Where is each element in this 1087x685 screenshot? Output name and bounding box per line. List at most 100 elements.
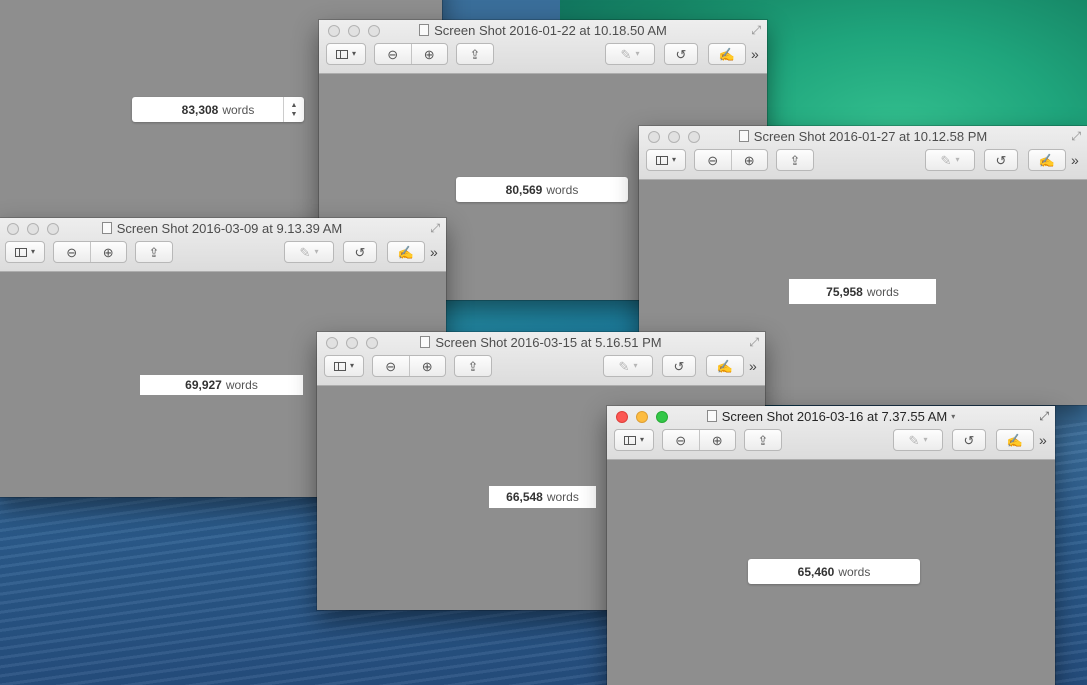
zoom-out-icon[interactable]: ⊖ xyxy=(695,150,731,170)
zoom-in-icon[interactable]: ⊕ xyxy=(731,150,767,170)
rotate-button[interactable]: ↺ xyxy=(952,429,986,451)
word-count-field[interactable]: 69,927 words xyxy=(140,375,303,395)
fullscreen-arrows-icon[interactable]: ⤢ xyxy=(1039,409,1049,423)
word-count-stepper[interactable]: ▲ ▼ xyxy=(283,97,304,122)
highlight-button[interactable]: ✎ ▾ xyxy=(893,429,943,451)
highlighter-icon: ✎ xyxy=(908,432,920,448)
zoom-out-icon[interactable]: ⊖ xyxy=(54,242,90,262)
highlight-button[interactable]: ✎ ▾ xyxy=(603,355,653,377)
window-title: Screen Shot 2016-03-09 at 9.13.39 AM xyxy=(0,221,446,236)
title-menu-caret-icon[interactable]: ▾ xyxy=(951,412,955,421)
sidebar-icon xyxy=(333,361,346,371)
fullscreen-arrows-icon[interactable]: ⤢ xyxy=(751,23,761,37)
rotate-button[interactable]: ↺ xyxy=(984,149,1018,171)
window-toolbar-area: Screen Shot 2016-01-27 at 10.12.58 PM ⤢ … xyxy=(639,126,1087,180)
document-icon xyxy=(101,222,112,234)
chevrons-right-icon[interactable]: » xyxy=(751,46,759,62)
stepper-down-icon[interactable]: ▼ xyxy=(291,110,298,119)
zoom-out-icon[interactable]: ⊖ xyxy=(663,430,699,450)
word-count-value: 65,460 xyxy=(797,564,835,579)
word-count-field[interactable]: 83,308 words ▲ ▼ xyxy=(132,97,304,122)
title-bar[interactable]: Screen Shot 2016-01-22 at 10.18.50 AM ⤢ xyxy=(319,20,767,42)
sidebar-button[interactable]: ▾ xyxy=(646,149,686,171)
sidebar-icon xyxy=(14,247,27,257)
word-count-field[interactable]: 66,548 words xyxy=(489,486,596,508)
word-count-unit: words xyxy=(866,284,899,299)
zoom-in-icon[interactable]: ⊕ xyxy=(699,430,735,450)
markup-button[interactable]: ✍ xyxy=(706,355,744,377)
title-bar[interactable]: Screen Shot 2016-03-09 at 9.13.39 AM ⤢ xyxy=(0,218,446,240)
highlight-button[interactable]: ✎ ▾ xyxy=(605,43,655,65)
word-count-unit: words xyxy=(546,182,579,197)
document-icon xyxy=(420,336,431,348)
sidebar-icon xyxy=(335,49,348,59)
toolbar: ▾ ⊖ ⊕ ⇪ ✎ ▾ ↺ ✍ » xyxy=(0,240,446,268)
rotate-button[interactable]: ↺ xyxy=(664,43,698,65)
zoom-in-icon[interactable]: ⊕ xyxy=(90,242,126,262)
fullscreen-arrows-icon[interactable]: ⤢ xyxy=(430,221,440,235)
image-canvas: 65,460 words xyxy=(607,460,1055,685)
window-title: Screen Shot 2016-01-27 at 10.12.58 PM xyxy=(639,129,1087,144)
share-button[interactable]: ⇪ xyxy=(135,241,173,263)
zoom-group: ⊖ ⊕ xyxy=(374,43,448,65)
share-button[interactable]: ⇪ xyxy=(776,149,814,171)
highlighter-icon: ✎ xyxy=(940,152,952,168)
rotate-button[interactable]: ↺ xyxy=(343,241,377,263)
word-count-unit: words xyxy=(222,102,255,117)
window-title[interactable]: Screen Shot 2016-03-16 at 7.37.55 AM ▾ xyxy=(607,409,1055,424)
rotate-button[interactable]: ↺ xyxy=(662,355,696,377)
highlight-button[interactable]: ✎ ▾ xyxy=(925,149,975,171)
word-count-value: 83,308 xyxy=(181,102,219,117)
markup-button[interactable]: ✍ xyxy=(708,43,746,65)
word-count-value: 69,927 xyxy=(185,378,222,392)
word-count-field[interactable]: 80,569 words xyxy=(456,177,628,202)
stepper-up-icon[interactable]: ▲ xyxy=(291,101,298,110)
sidebar-button[interactable]: ▾ xyxy=(5,241,45,263)
highlight-button[interactable]: ✎ ▾ xyxy=(284,241,334,263)
toolbar: ▾ ⊖ ⊕ ⇪ ✎ ▾ ↺ ✍ » xyxy=(317,354,765,382)
markup-button[interactable]: ✍ xyxy=(996,429,1034,451)
markup-pen-icon: ✍ xyxy=(397,244,415,260)
title-bar[interactable]: Screen Shot 2016-03-16 at 7.37.55 AM ▾ ⤢ xyxy=(607,406,1055,428)
sidebar-icon xyxy=(655,155,668,165)
chevrons-right-icon[interactable]: » xyxy=(1039,432,1047,448)
chevrons-right-icon[interactable]: » xyxy=(1071,152,1079,168)
highlighter-icon: ✎ xyxy=(620,46,632,62)
zoom-out-icon[interactable]: ⊖ xyxy=(375,44,411,64)
word-count-field[interactable]: 65,460 words xyxy=(748,559,920,584)
document-icon xyxy=(419,24,430,36)
markup-button[interactable]: ✍ xyxy=(387,241,425,263)
zoom-in-icon[interactable]: ⊕ xyxy=(411,44,447,64)
zoom-out-icon[interactable]: ⊖ xyxy=(373,356,409,376)
rotate-icon: ↺ xyxy=(963,432,975,448)
sidebar-button[interactable]: ▾ xyxy=(324,355,364,377)
chevrons-right-icon[interactable]: » xyxy=(749,358,757,374)
word-count-unit: words xyxy=(838,564,871,579)
sidebar-button[interactable]: ▾ xyxy=(326,43,366,65)
chevrons-right-icon[interactable]: » xyxy=(430,244,438,260)
zoom-group: ⊖ ⊕ xyxy=(372,355,446,377)
rotate-icon: ↺ xyxy=(673,358,685,374)
rotate-icon: ↺ xyxy=(354,244,366,260)
title-bar[interactable]: Screen Shot 2016-01-27 at 10.12.58 PM ⤢ xyxy=(639,126,1087,148)
rotate-icon: ↺ xyxy=(995,152,1007,168)
toolbar: ▾ ⊖ ⊕ ⇪ ✎ ▾ ↺ ✍ » xyxy=(319,42,767,70)
window-toolbar-area: Screen Shot 2016-03-15 at 5.16.51 PM ⤢ ▾… xyxy=(317,332,765,386)
zoom-in-icon[interactable]: ⊕ xyxy=(409,356,445,376)
share-button[interactable]: ⇪ xyxy=(454,355,492,377)
word-count-field[interactable]: 75,958 words xyxy=(789,279,936,304)
share-icon: ⇪ xyxy=(469,46,481,62)
markup-button[interactable]: ✍ xyxy=(1028,149,1066,171)
zoom-group: ⊖ ⊕ xyxy=(662,429,736,451)
share-button[interactable]: ⇪ xyxy=(744,429,782,451)
highlighter-icon: ✎ xyxy=(618,358,630,374)
sidebar-button[interactable]: ▾ xyxy=(614,429,654,451)
toolbar: ▾ ⊖ ⊕ ⇪ ✎ ▾ ↺ ✍ » xyxy=(639,148,1087,176)
word-count-value: 80,569 xyxy=(505,182,543,197)
preview-window-6-active[interactable]: Screen Shot 2016-03-16 at 7.37.55 AM ▾ ⤢ … xyxy=(607,406,1055,685)
share-button[interactable]: ⇪ xyxy=(456,43,494,65)
title-bar[interactable]: Screen Shot 2016-03-15 at 5.16.51 PM ⤢ xyxy=(317,332,765,354)
fullscreen-arrows-icon[interactable]: ⤢ xyxy=(749,335,759,349)
fullscreen-arrows-icon[interactable]: ⤢ xyxy=(1071,129,1081,143)
highlighter-icon: ✎ xyxy=(299,244,311,260)
